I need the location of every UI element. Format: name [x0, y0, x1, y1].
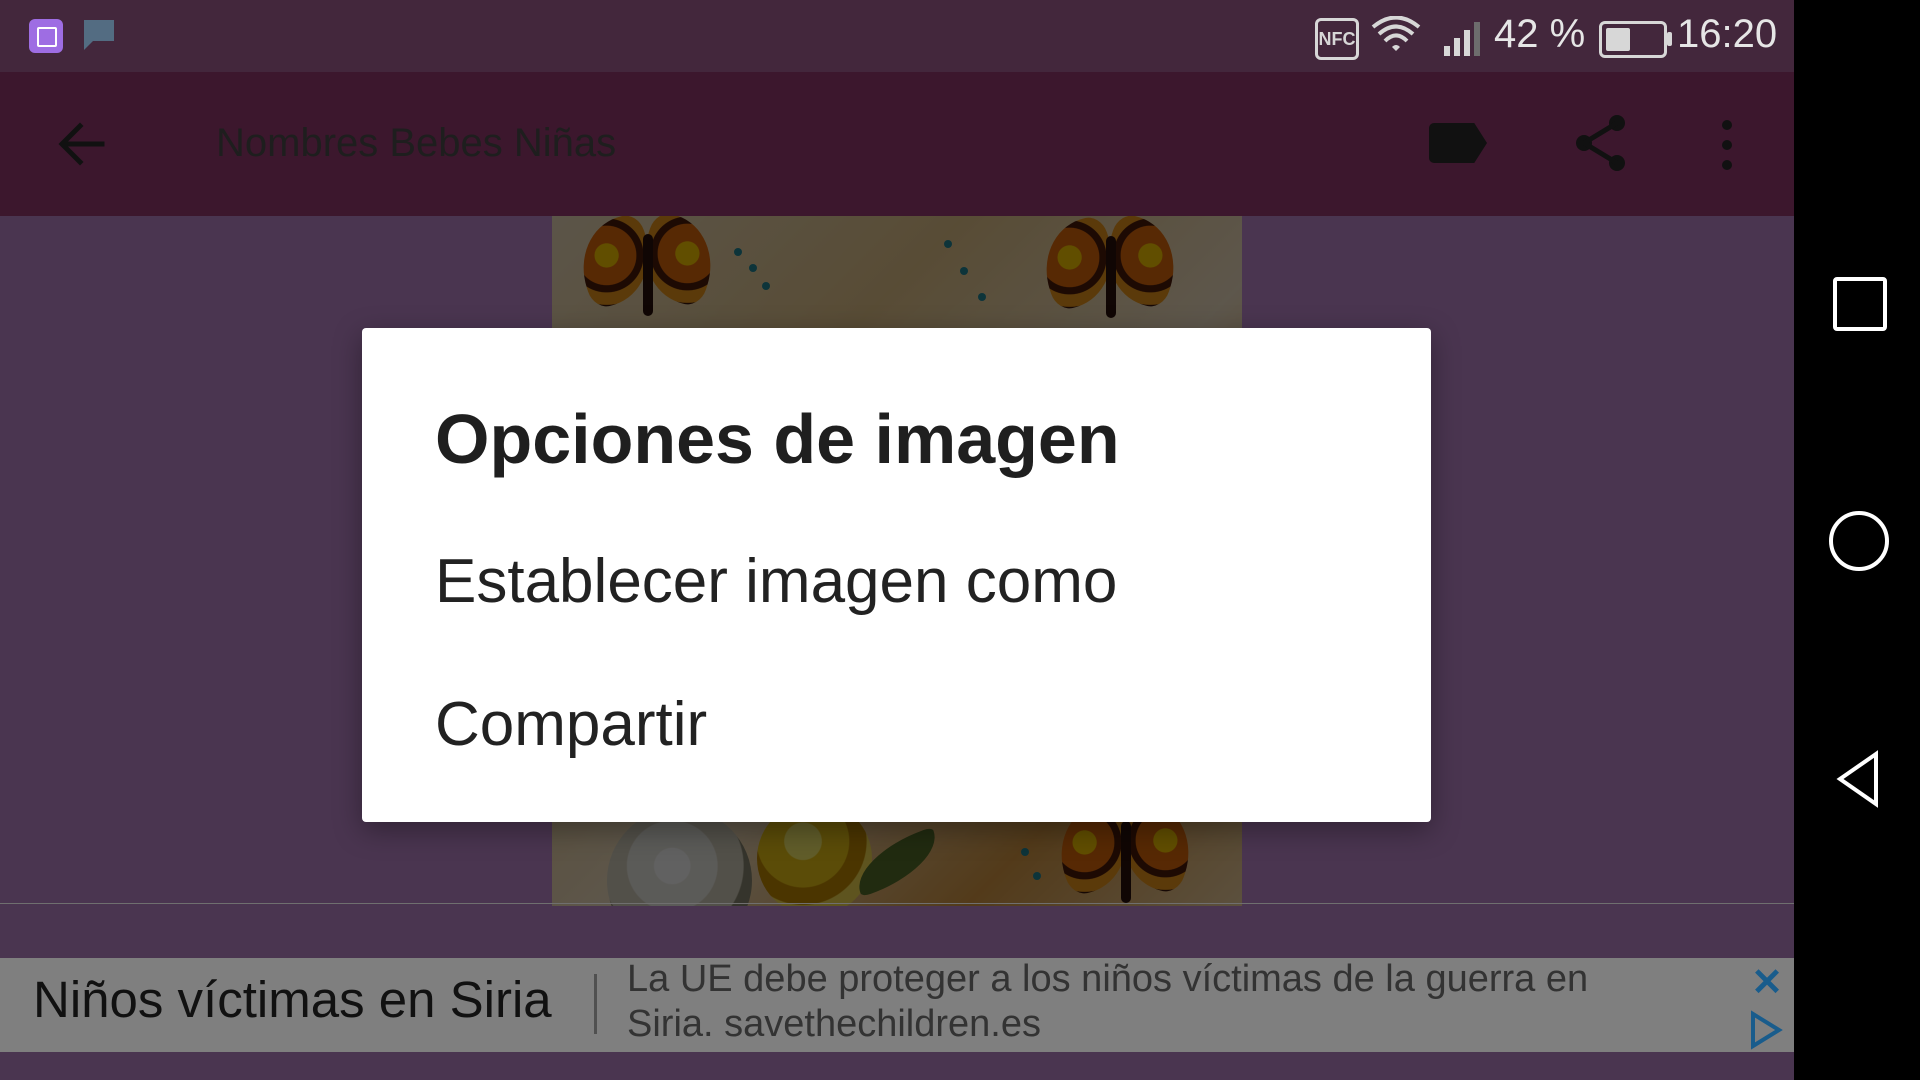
share-option[interactable]: Compartir	[435, 689, 707, 760]
ad-choices-play-icon[interactable]	[1745, 1010, 1785, 1050]
share-icon[interactable]	[1572, 113, 1630, 173]
dialog-title: Opciones de imagen	[435, 400, 1120, 478]
phone-screen: NFC 42 % 16:20 Nombres Bebes Niñas Opcio…	[0, 0, 1794, 1080]
ad-separator	[594, 974, 597, 1034]
nfc-icon: NFC	[1315, 18, 1359, 60]
ad-title[interactable]: Niños víctimas en Siria	[33, 970, 552, 1029]
ad-divider	[0, 903, 1794, 904]
ad-description[interactable]: La UE debe proteger a los niños víctimas…	[627, 957, 1627, 1047]
status-time: 16:20	[1677, 12, 1778, 56]
battery-percent: 42 %	[1494, 12, 1586, 56]
set-image-as-option[interactable]: Establecer imagen como	[435, 546, 1117, 617]
image-options-dialog: Opciones de imagen Establecer imagen com…	[362, 328, 1431, 822]
back-arrow-icon[interactable]	[56, 118, 108, 170]
close-icon[interactable]: ✕	[1746, 962, 1788, 1004]
gallery-icon	[29, 19, 63, 53]
back-icon[interactable]	[1832, 750, 1884, 808]
more-options-icon[interactable]	[1719, 118, 1735, 172]
home-icon[interactable]	[1829, 511, 1889, 571]
signal-icon	[1442, 16, 1488, 56]
battery-icon	[1599, 21, 1672, 58]
page-title: Nombres Bebes Niñas	[216, 121, 617, 165]
recent-apps-icon[interactable]	[1833, 277, 1887, 331]
wifi-icon	[1371, 16, 1421, 51]
